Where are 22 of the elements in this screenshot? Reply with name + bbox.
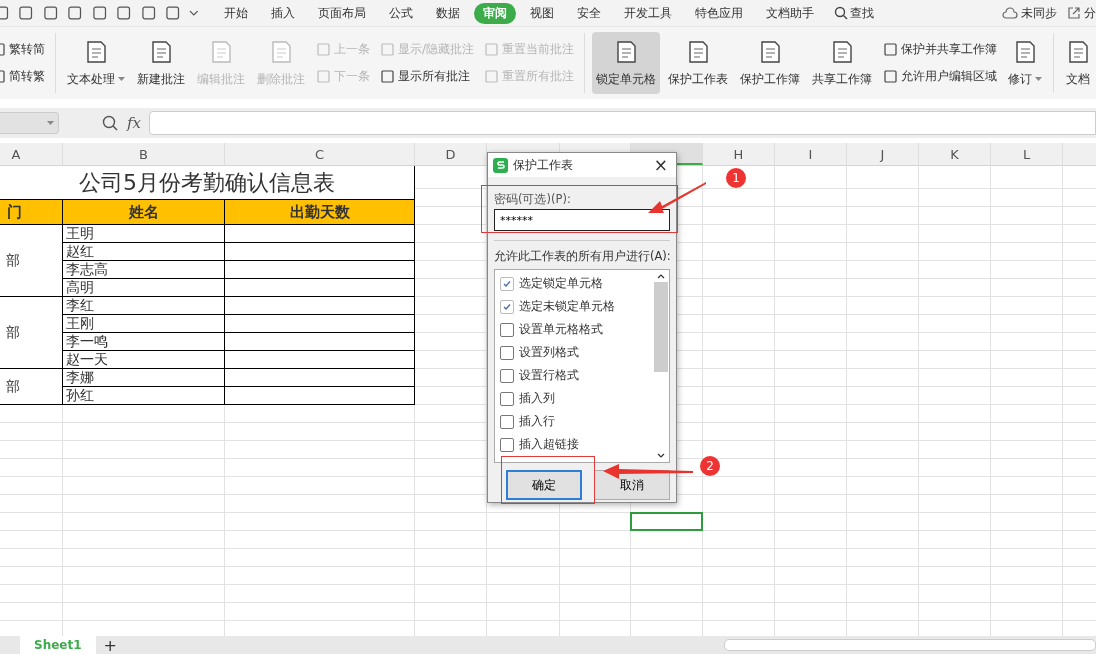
table-cell: 李娜 (63, 369, 225, 387)
step-badge: 1 (726, 168, 746, 188)
password-label: 密码(可选)(P): (494, 192, 572, 207)
table-cell: 李志高 (63, 261, 225, 279)
table-cell: 部 (0, 369, 63, 405)
permissions-label: 允许此工作表的所有用户进行(A): (494, 249, 670, 264)
table-cell: 高明 (63, 279, 225, 297)
header-cell: 出勤天数 (225, 200, 415, 225)
dialog-title: 保护工作表 (513, 156, 573, 174)
sheet-title: 公司5月份考勤确认信息表 (0, 166, 415, 200)
table-cell: 王明 (63, 225, 225, 243)
table-cell: 李一鸣 (63, 333, 225, 351)
table-cell: 李红 (63, 297, 225, 315)
table-cell: 赵红 (63, 243, 225, 261)
table-cell: 孙红 (63, 387, 225, 405)
step-badge: 2 (700, 456, 720, 476)
table-cell: 赵一天 (63, 351, 225, 369)
header-cell: 姓名 (63, 200, 225, 225)
table-cell: 王刚 (63, 315, 225, 333)
header-cell: 门 (0, 200, 63, 225)
table-cell: 部 (0, 225, 63, 297)
table-cell: 部 (0, 297, 63, 369)
